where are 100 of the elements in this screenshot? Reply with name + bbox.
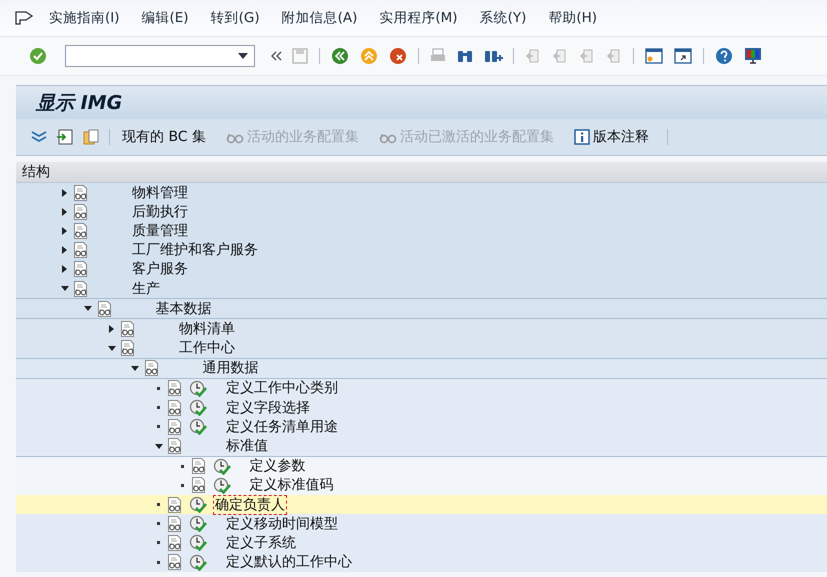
tree-node-label: 客户服务 bbox=[131, 260, 189, 280]
bullet-icon bbox=[157, 560, 160, 564]
tree-row[interactable]: 后勤执行 bbox=[16, 202, 827, 222]
new-window-icon[interactable] bbox=[644, 47, 664, 65]
tree-node-label: 定义参数 bbox=[248, 457, 306, 476]
menu-item[interactable]: 附加信息(A) bbox=[280, 7, 358, 29]
tree-row[interactable]: 定义子系统 bbox=[16, 533, 827, 553]
clock-check-icon[interactable] bbox=[189, 380, 207, 397]
back-icon[interactable] bbox=[330, 46, 350, 66]
bullet-icon bbox=[157, 406, 160, 410]
tree-row[interactable]: 定义移动时间模型 bbox=[16, 514, 827, 534]
cancel-icon[interactable] bbox=[388, 46, 408, 66]
menu-item[interactable]: 实施指南(I) bbox=[48, 7, 121, 29]
document-glasses-icon bbox=[167, 553, 182, 572]
collapse-arrow-icon[interactable] bbox=[154, 444, 162, 449]
tree-node-label: 工厂维护和客户服务 bbox=[131, 241, 259, 260]
document-glasses-icon bbox=[96, 300, 112, 318]
expand-arrow-icon[interactable] bbox=[62, 246, 67, 254]
menu-item[interactable]: 系统(Y) bbox=[478, 7, 528, 29]
document-glasses-icon bbox=[73, 222, 88, 240]
expand-arrow-icon[interactable] bbox=[62, 208, 67, 216]
toolbar-button[interactable]: 版本注释 bbox=[571, 128, 652, 146]
document-glasses-icon bbox=[167, 437, 182, 456]
menu-item[interactable]: 转到(G) bbox=[210, 7, 261, 29]
double-chevron-icon[interactable] bbox=[270, 50, 282, 62]
tree-row[interactable]: 标准值 bbox=[16, 436, 827, 456]
tree-row[interactable]: 基本数据 bbox=[16, 299, 827, 318]
tree-node-label: 物料管理 bbox=[131, 184, 189, 203]
monitor-icon[interactable] bbox=[743, 46, 763, 66]
expand-icon[interactable] bbox=[30, 129, 48, 145]
expand-arrow-icon[interactable] bbox=[62, 265, 67, 274]
tree-row[interactable]: 定义工作中心类别 bbox=[16, 378, 827, 398]
clock-check-icon[interactable] bbox=[189, 418, 207, 436]
clock-check-icon[interactable] bbox=[189, 496, 207, 514]
clock-check-icon[interactable] bbox=[189, 554, 207, 571]
tree-node-label: 定义移动时间模型 bbox=[225, 514, 339, 534]
collapse-arrow-icon[interactable] bbox=[108, 346, 116, 351]
bullet-icon bbox=[157, 522, 160, 526]
tree-row[interactable]: 定义任务清单用途 bbox=[16, 417, 827, 436]
shortcut-icon[interactable] bbox=[673, 47, 693, 65]
clock-check-icon[interactable] bbox=[212, 458, 230, 475]
document-glasses-icon bbox=[167, 514, 182, 533]
check-icon[interactable] bbox=[28, 46, 48, 66]
tree-row[interactable]: 通用数据 bbox=[16, 358, 827, 378]
document-glasses-icon bbox=[120, 320, 135, 338]
bullet-icon bbox=[180, 464, 184, 468]
tree-row[interactable]: 物料管理 bbox=[16, 183, 827, 202]
collapse-arrow-icon[interactable] bbox=[84, 306, 92, 312]
document-glasses-icon bbox=[167, 398, 182, 417]
document-glasses-icon bbox=[167, 496, 182, 514]
clock-check-icon[interactable] bbox=[189, 515, 207, 532]
tree-row[interactable]: 工厂维护和客户服务 bbox=[16, 240, 827, 260]
clock-check-icon[interactable] bbox=[189, 399, 207, 416]
collapse-arrow-icon[interactable] bbox=[131, 366, 139, 371]
document-glasses-icon bbox=[73, 260, 88, 278]
menu-icon[interactable] bbox=[14, 10, 34, 26]
info-icon bbox=[574, 129, 590, 145]
toolbar-button[interactable]: 现有的 BC 集 bbox=[119, 128, 210, 146]
collapse-arrow-icon[interactable] bbox=[60, 286, 68, 292]
tree-node-label: 物料清单 bbox=[178, 320, 236, 339]
tree-node-label: 定义字段选择 bbox=[225, 398, 311, 418]
tree-node-label: 标准值 bbox=[225, 437, 269, 456]
clock-check-icon[interactable] bbox=[189, 534, 207, 552]
expand-arrow-icon[interactable] bbox=[109, 324, 114, 333]
clipboard-icon[interactable] bbox=[82, 128, 100, 146]
bullet-icon bbox=[180, 484, 184, 487]
tree-row[interactable]: 生产 bbox=[16, 278, 827, 298]
tree-row[interactable]: 确定负责人 bbox=[16, 495, 827, 514]
document-glasses-icon bbox=[144, 359, 158, 378]
tree-node-label: 定义工作中心类别 bbox=[225, 379, 339, 398]
clock-check-icon[interactable] bbox=[212, 476, 230, 494]
document-glasses-icon bbox=[73, 184, 88, 202]
document-glasses-icon bbox=[73, 202, 88, 221]
expand-arrow-icon[interactable] bbox=[62, 226, 67, 235]
tree-row[interactable]: 物料清单 bbox=[16, 319, 827, 338]
bullet-icon bbox=[157, 503, 160, 506]
tree-row[interactable]: 客户服务 bbox=[16, 260, 827, 279]
bullet-icon bbox=[157, 541, 160, 544]
menu-item[interactable]: 帮助(H) bbox=[547, 7, 598, 29]
menu-item[interactable]: 实用程序(M) bbox=[378, 7, 459, 29]
tree-node-label: 定义默认的工作中心 bbox=[225, 553, 353, 572]
tree-node-label: 通用数据 bbox=[202, 359, 260, 378]
document-glasses-icon bbox=[167, 418, 182, 436]
document-glasses-icon bbox=[190, 457, 206, 476]
import-icon[interactable] bbox=[56, 128, 74, 146]
document-glasses-icon bbox=[73, 280, 88, 298]
document-glasses-icon bbox=[190, 476, 206, 494]
expand-arrow-icon[interactable] bbox=[62, 188, 67, 197]
help-icon[interactable] bbox=[714, 46, 734, 66]
tree-row[interactable]: 工作中心 bbox=[16, 338, 827, 358]
document-glasses-icon bbox=[167, 379, 182, 398]
dropdown-icon[interactable] bbox=[238, 53, 248, 59]
command-field[interactable] bbox=[65, 45, 255, 67]
tree-row[interactable]: 定义字段选择 bbox=[16, 398, 827, 418]
tree-row[interactable]: 定义默认的工作中心 bbox=[16, 552, 827, 572]
tree-row[interactable]: 质量管理 bbox=[16, 221, 827, 241]
tree-node-label: 质量管理 bbox=[131, 222, 189, 241]
menu-item[interactable]: 编辑(E) bbox=[140, 7, 190, 29]
tree-node-label: 定义标准值码 bbox=[248, 476, 334, 496]
bullet-icon bbox=[157, 386, 160, 390]
